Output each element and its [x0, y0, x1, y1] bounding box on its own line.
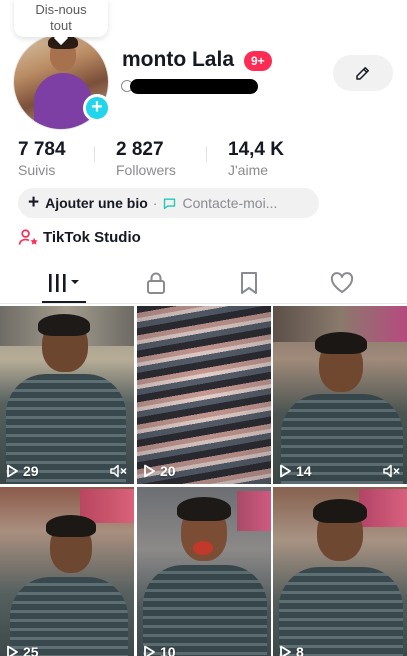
- play-icon: [280, 464, 291, 478]
- view-count-value: 10: [160, 644, 176, 656]
- stat-following-value: 7 784: [18, 139, 66, 160]
- stat-following[interactable]: 7 784 Suivis: [18, 139, 66, 179]
- tiktok-studio-label: TikTok Studio: [43, 228, 141, 246]
- play-icon: [7, 645, 18, 656]
- play-icon: [7, 464, 18, 478]
- stat-following-label: Suivis: [18, 162, 56, 178]
- stat-divider: [206, 146, 207, 162]
- thumbnail-hair: [46, 515, 96, 537]
- tooltip-line-2: tout: [50, 18, 72, 33]
- play-icon: [144, 464, 155, 478]
- stat-followers-value: 2 827: [116, 139, 164, 160]
- play-icon: [280, 645, 291, 656]
- thumbnail-shirt: [279, 567, 403, 656]
- video-thumbnail[interactable]: 29: [0, 306, 134, 484]
- view-count: 20: [143, 463, 176, 479]
- view-count-value: 20: [160, 463, 176, 479]
- video-grid: 29 20 14 25 10 8: [0, 306, 407, 656]
- active-tab-indicator: [42, 301, 86, 303]
- chat-bubble-icon: [164, 197, 176, 209]
- view-count: 10: [143, 644, 176, 656]
- video-thumbnail[interactable]: 20: [137, 306, 271, 484]
- view-count-value: 8: [296, 644, 304, 656]
- notification-badge[interactable]: 9+: [244, 51, 272, 71]
- view-count: 29: [6, 463, 39, 479]
- tooltip-line-1: Dis-nous: [35, 2, 87, 17]
- pencil-icon: [356, 67, 369, 80]
- bio-row: + Ajouter une bio · Contacte-moi...: [18, 188, 319, 218]
- video-thumbnail[interactable]: 10: [137, 487, 271, 656]
- contact-me-button[interactable]: Contacte-moi...: [162, 195, 277, 211]
- add-bio-label: Ajouter une bio: [45, 195, 148, 211]
- tab-private[interactable]: [116, 262, 196, 304]
- video-thumbnail[interactable]: 14: [273, 306, 407, 484]
- edit-profile-button[interactable]: [333, 55, 393, 91]
- thumbnail-mouth: [193, 541, 213, 555]
- video-thumbnail[interactable]: 25: [0, 487, 134, 656]
- thumbnail-cloth: [237, 491, 271, 531]
- contact-me-label: Contacte-moi...: [182, 195, 278, 211]
- view-count: 25: [6, 644, 39, 656]
- muted-icon: [110, 464, 127, 478]
- thumbnail-hair: [313, 499, 367, 523]
- tab-saved[interactable]: [209, 262, 289, 304]
- stat-divider: [94, 146, 95, 162]
- person-star-icon: [18, 229, 38, 245]
- username: monto Lala: [122, 48, 235, 71]
- tab-videos[interactable]: [24, 262, 104, 304]
- profile-tabs: [0, 262, 407, 304]
- video-thumbnail[interactable]: 8: [273, 487, 407, 656]
- stat-followers[interactable]: 2 827 Followers: [116, 139, 176, 179]
- bookmark-icon: [241, 272, 257, 294]
- stat-likes-value: 14,4 K: [228, 139, 284, 160]
- tooltip-bubble[interactable]: Dis-nous tout: [14, 0, 108, 37]
- tiktok-studio-link[interactable]: TikTok Studio: [18, 228, 141, 246]
- thumbnail-hair: [315, 332, 367, 354]
- view-count-value: 25: [23, 644, 39, 656]
- heart-icon: [330, 272, 354, 293]
- lock-icon: [147, 272, 165, 294]
- thumbnail-hair: [38, 314, 90, 336]
- tab-liked[interactable]: [302, 262, 382, 304]
- bio-separator: ·: [152, 195, 158, 211]
- thumbnail-hair: [177, 497, 231, 521]
- view-count: 8: [279, 644, 304, 656]
- stat-followers-label: Followers: [116, 162, 176, 178]
- plus-icon: +: [28, 192, 40, 213]
- stat-likes[interactable]: 14,4 K J'aime: [228, 139, 284, 179]
- handle-redacted: [130, 79, 258, 94]
- thumbnail-shirt: [143, 565, 267, 656]
- add-bio-button[interactable]: + Ajouter une bio: [28, 192, 148, 213]
- videos-grid-icon: [49, 274, 79, 292]
- thumbnail-overlay: [137, 306, 271, 484]
- view-count-value: 14: [296, 463, 312, 479]
- view-count-value: 29: [23, 463, 39, 479]
- view-count: 14: [279, 463, 312, 479]
- muted-icon: [383, 464, 400, 478]
- add-story-button[interactable]: +: [83, 94, 111, 122]
- play-icon: [144, 645, 155, 656]
- stat-likes-label: J'aime: [228, 162, 269, 178]
